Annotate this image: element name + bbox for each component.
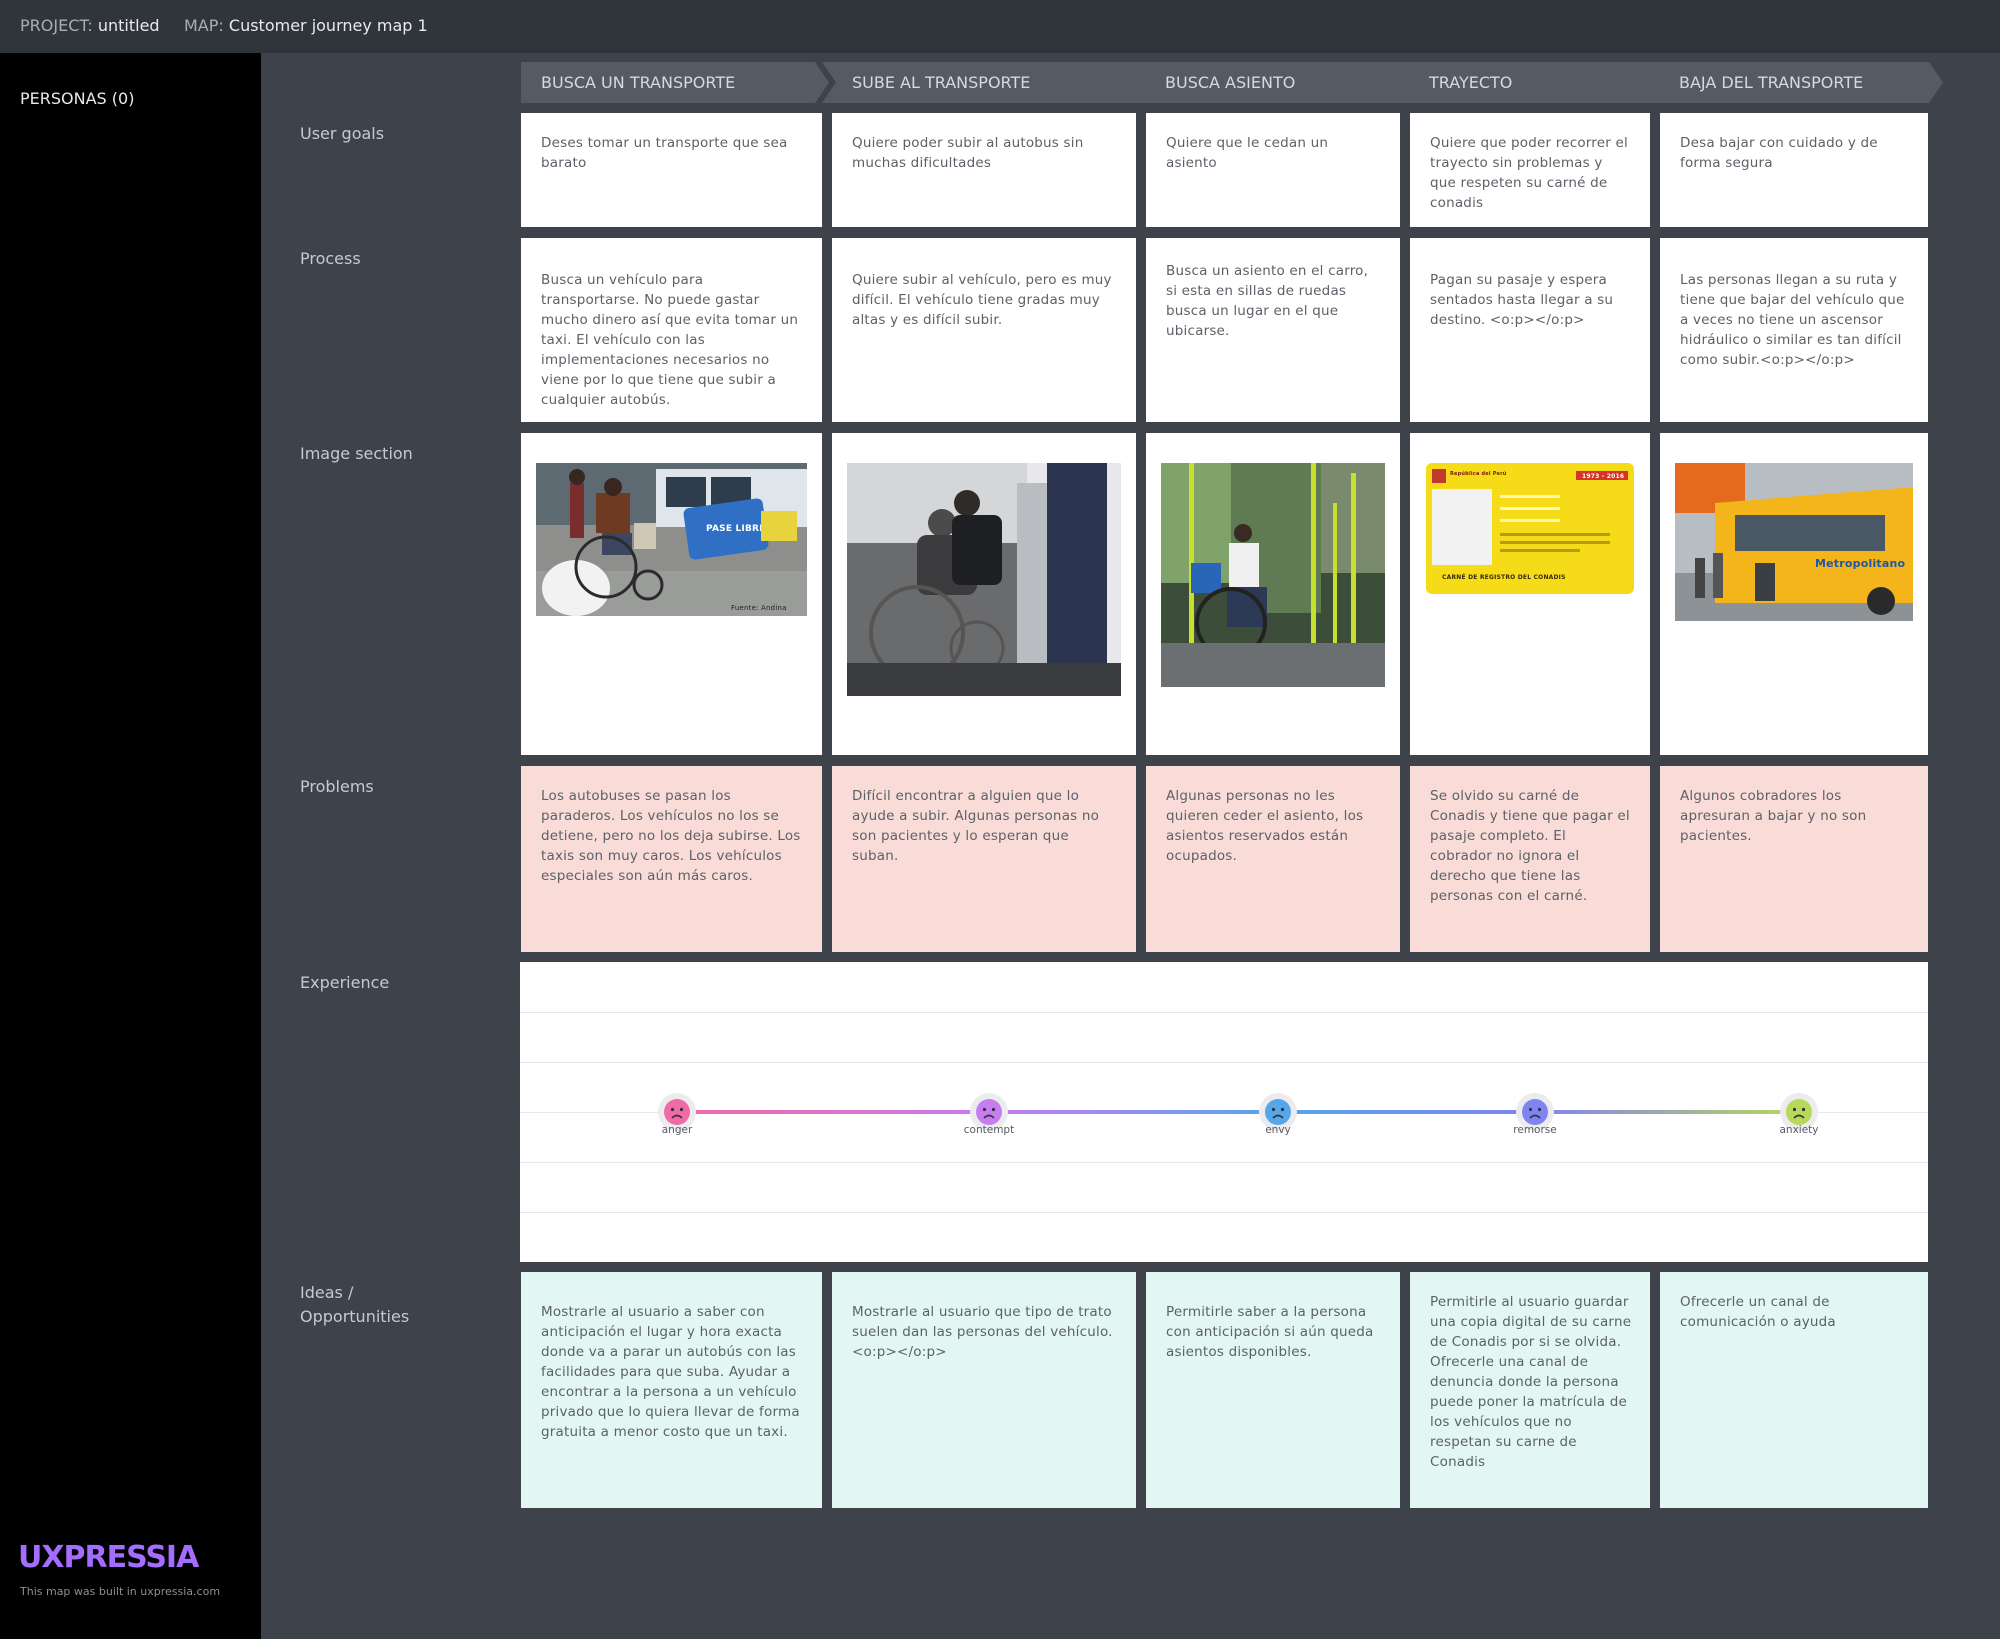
pase-libre-sign: PASE LIBRE (706, 524, 766, 534)
idea-card[interactable]: Permitirle al usuario guardar una copia … (1410, 1272, 1650, 1508)
process-card[interactable]: Las personas llegan a su ruta y tiene qu… (1660, 238, 1928, 422)
user-goal-card[interactable]: Quiere que le cedan un asiento (1146, 113, 1400, 227)
map-name: Customer journey map 1 (228, 16, 428, 35)
problem-card[interactable]: Difícil encontrar a alguien que lo ayude… (832, 766, 1136, 952)
row-label-problems: Problems (300, 777, 374, 796)
boarding-bus-photo (847, 463, 1121, 696)
user-goal-card[interactable]: Quiere que poder recorrer el trayecto si… (1410, 113, 1650, 227)
bus-brand: Metropolitano (1815, 557, 1906, 570)
experience-curve (658, 1093, 1818, 1131)
experience-chart[interactable]: anger contempt envy remorse anxiety (520, 962, 1928, 1262)
card-years: 1973 - 2016 (1582, 473, 1624, 480)
idea-card[interactable]: Ofrecerle un canal de comunicación o ayu… (1660, 1272, 1928, 1508)
card-country: República del Perú (1450, 470, 1507, 477)
personas-link[interactable]: PERSONAS (0) (20, 89, 134, 108)
row-label-experience: Experience (300, 973, 390, 992)
image-card[interactable]: Metropolitano (1660, 433, 1928, 755)
problem-card[interactable]: Algunos cobradores los apresuran a bajar… (1660, 766, 1928, 952)
idea-card[interactable]: Mostrarle al usuario a saber con anticip… (521, 1272, 822, 1508)
project-breadcrumb[interactable]: PROJECT: untitled (20, 16, 160, 35)
wheelchair-inside-bus-photo (1161, 463, 1385, 687)
process-card[interactable]: Quiere subir al vehículo, pero es muy di… (832, 238, 1136, 422)
top-bar: PROJECT: untitled MAP: Customer journey … (0, 0, 2000, 53)
project-name: untitled (97, 16, 160, 35)
map-breadcrumb[interactable]: MAP: Customer journey map 1 (184, 16, 428, 35)
idea-card[interactable]: Permitirle saber a la persona con antici… (1146, 1272, 1400, 1508)
user-goal-card[interactable]: Desa bajar con cuidado y de forma segura (1660, 113, 1928, 227)
idea-card[interactable]: Mostrarle al usuario que tipo de trato s… (832, 1272, 1136, 1508)
image-card[interactable] (832, 433, 1136, 755)
emotion-label: envy (1265, 1124, 1291, 1136)
row-label-image-section: Image section (300, 444, 413, 463)
problem-card[interactable]: Se olvido su carné de Conadis y tiene qu… (1410, 766, 1650, 952)
problem-card[interactable]: Los autobuses se pasan los paraderos. Lo… (521, 766, 822, 952)
process-card[interactable]: Busca un vehículo para transportarse. No… (521, 238, 822, 422)
card-title: CARNÉ DE REGISTRO DEL CONADIS (1442, 573, 1566, 581)
stage-header-3[interactable]: BUSCA ASIENTO (1137, 62, 1417, 103)
photo-credit: Fuente: Andina (731, 604, 787, 612)
emotion-label: anxiety (1779, 1124, 1819, 1136)
row-label-user-goals: User goals (300, 124, 385, 143)
process-card[interactable]: Pagan su pasaje y espera sentados hasta … (1410, 238, 1650, 422)
emotion-label: remorse (1513, 1124, 1557, 1136)
process-card[interactable]: Busca un asiento en el carro, si esta en… (1146, 238, 1400, 422)
row-label-ideas: Ideas / Opportunities (300, 1283, 410, 1326)
built-with-note: This map was built in uxpressia.com (20, 1585, 221, 1598)
problem-card[interactable]: Algunas personas no les quieren ceder el… (1146, 766, 1400, 952)
conadis-card-photo: República del Perú 1973 - 2016 CARNÉ DE … (1426, 463, 1634, 594)
map-label: MAP: (184, 16, 224, 35)
image-card[interactable]: PASE LIBRE Fuente: Andina (521, 433, 822, 755)
emotion-label: anger (661, 1124, 693, 1136)
image-card[interactable] (1146, 433, 1400, 755)
image-card[interactable]: República del Perú 1973 - 2016 CARNÉ DE … (1410, 433, 1650, 755)
stage-header-2[interactable]: SUBE AL TRANSPORTE (822, 62, 1153, 103)
stage-header-4[interactable]: TRAYECTO (1401, 62, 1667, 103)
stage-header-5[interactable]: BAJA DEL TRANSPORTE (1651, 62, 1943, 103)
metropolitano-bus-photo: Metropolitano (1675, 463, 1913, 621)
project-label: PROJECT: (20, 16, 93, 35)
user-goal-card[interactable]: Deses tomar un transporte que sea barato (521, 113, 822, 227)
uxpressia-logo[interactable]: UXPRESSIA (18, 1540, 199, 1575)
sidebar: PERSONAS (0) UXPRESSIA This map was buil… (0, 53, 261, 1639)
wheelchair-protest-photo: PASE LIBRE Fuente: Andina (536, 463, 807, 616)
row-label-process: Process (300, 249, 361, 268)
emotion-label: contempt (963, 1124, 1015, 1136)
user-goal-card[interactable]: Quiere poder subir al autobus sin muchas… (832, 113, 1136, 227)
stage-header-1[interactable]: BUSCA UN TRANSPORTE (521, 62, 829, 103)
